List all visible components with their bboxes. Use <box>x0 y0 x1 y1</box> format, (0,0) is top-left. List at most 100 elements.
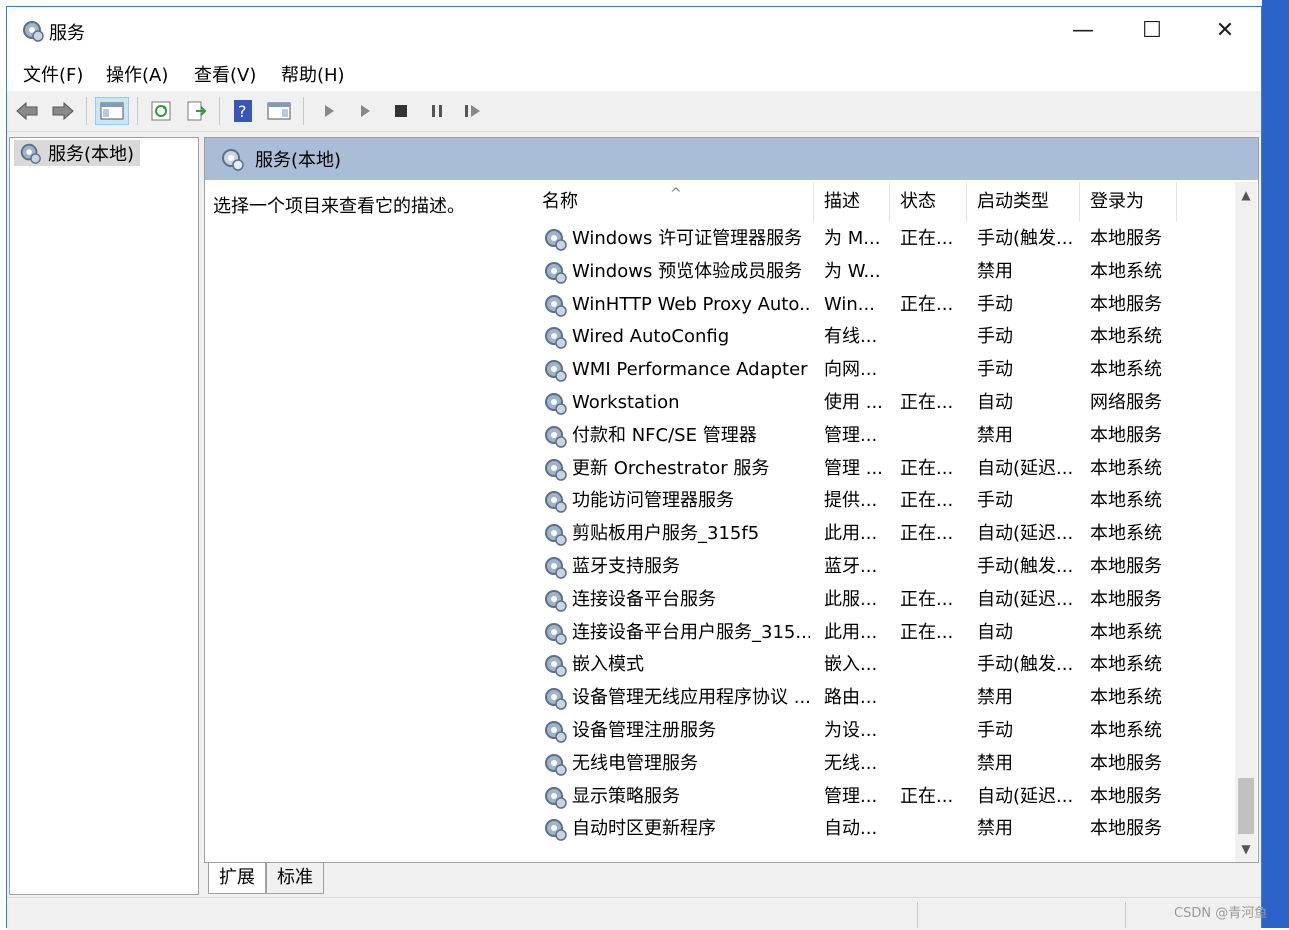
service-row[interactable]: 自动时区更新程序 自动... 禁用 本地服务 <box>532 812 1232 845</box>
service-gear-icon <box>542 292 568 318</box>
service-row[interactable]: Windows 预览体验成员服务为 W... 禁用 本地系统 <box>532 255 1232 288</box>
service-logon-as: 本地系统 <box>1090 720 1162 741</box>
service-row[interactable]: 功能访问管理器服务 提供... 正在... 手动 本地系统 <box>532 484 1232 517</box>
service-gear-icon <box>542 423 568 449</box>
service-row[interactable]: 嵌入模式 嵌入... 手动(触发... 本地系统 <box>532 648 1232 681</box>
service-description: 使用 ... <box>824 392 883 413</box>
service-gear-icon <box>542 324 568 350</box>
service-startup-type: 禁用 <box>977 752 1013 774</box>
back-icon[interactable] <box>13 97 41 125</box>
title-bar[interactable]: 服务 — ☐ ✕ <box>7 7 1261 55</box>
start-service-icon[interactable] <box>315 97 343 125</box>
service-row[interactable]: Windows 许可证管理器服务为 M... 正在... 手动(触发... 本地服务 <box>532 222 1232 255</box>
details-pane: 服务(本地) 选择一个项目来查看它的描述。 名称 ^ 描述 状态 启动类型 登录… <box>204 137 1259 863</box>
service-name: 连接设备平台用户服务_315... <box>572 621 810 643</box>
menu-action[interactable]: 操作(A) <box>106 61 168 87</box>
scrollbar-thumb[interactable] <box>1238 778 1254 834</box>
status-divider <box>917 902 918 928</box>
vertical-scrollbar[interactable]: ▲ ▼ <box>1235 182 1257 862</box>
start-service-alt-icon[interactable] <box>351 97 379 125</box>
pause-service-icon[interactable] <box>423 97 451 125</box>
services-list: 名称 ^ 描述 状态 启动类型 登录为 Windows 许可证管理器服务为 M.… <box>532 182 1232 862</box>
column-header-name[interactable]: 名称 ^ <box>532 182 814 222</box>
scroll-up-icon[interactable]: ▲ <box>1235 184 1257 206</box>
service-startup-type: 禁用 <box>977 260 1013 282</box>
service-row[interactable]: 设备管理无线应用程序协议 ... 路由... 禁用 本地系统 <box>532 681 1232 714</box>
service-name: 显示策略服务 <box>572 785 680 807</box>
service-startup-type: 自动(延迟... <box>977 785 1074 807</box>
service-status: 正在... <box>900 293 954 315</box>
service-status: 正在... <box>900 490 954 512</box>
refresh-icon[interactable] <box>147 97 175 125</box>
service-gear-icon <box>542 751 568 777</box>
service-logon-as: 本地服务 <box>1090 588 1162 610</box>
service-startup-type: 手动 <box>977 293 1013 315</box>
service-status <box>900 681 964 714</box>
service-row[interactable]: 显示策略服务 管理... 正在... 自动(延迟... 本地服务 <box>532 780 1232 813</box>
menu-help[interactable]: 帮助(H) <box>281 61 345 87</box>
service-row[interactable]: WMI Performance Adapter 向网... 手动 本地系统 <box>532 353 1232 386</box>
service-description: 此用... <box>824 621 878 643</box>
service-row[interactable]: 更新 Orchestrator 服务 管理 ... 正在... 自动(延迟... 本地系… <box>532 452 1232 485</box>
menu-file[interactable]: 文件(F) <box>23 61 83 87</box>
stop-service-icon[interactable] <box>387 97 415 125</box>
column-header-startup-type[interactable]: 启动类型 <box>967 182 1080 222</box>
minimize-button[interactable]: — <box>1060 13 1106 49</box>
show-action-pane-icon[interactable] <box>265 97 293 125</box>
service-row[interactable]: 连接设备平台服务 此服... 正在... 自动(延迟... 本地服务 <box>532 583 1232 616</box>
service-status <box>900 714 964 747</box>
service-row[interactable]: Wired AutoConfig 有线... 手动 本地系统 <box>532 320 1232 353</box>
column-header-description[interactable]: 描述 <box>814 182 890 222</box>
tab-extended[interactable]: 扩展 <box>208 863 266 894</box>
column-header-status[interactable]: 状态 <box>890 182 967 222</box>
restart-service-icon[interactable] <box>459 97 487 125</box>
service-description: 为设... <box>824 720 878 741</box>
service-name: 蓝牙支持服务 <box>572 556 680 577</box>
service-startup-type: 手动(触发... <box>977 556 1074 577</box>
show-console-tree-icon[interactable] <box>95 97 129 125</box>
service-row[interactable]: 付款和 NFC/SE 管理器 管理... 禁用 本地服务 <box>532 419 1232 452</box>
service-row[interactable]: 剪贴板用户服务_315f5 此用... 正在... 自动(延迟... 本地系统 <box>532 517 1232 550</box>
service-gear-icon <box>542 554 568 580</box>
service-gear-icon <box>542 259 568 285</box>
service-gear-icon <box>542 652 568 678</box>
menu-view[interactable]: 查看(V) <box>194 61 256 87</box>
maximize-button[interactable]: ☐ <box>1129 13 1175 49</box>
help-icon[interactable]: ? <box>229 97 257 125</box>
service-logon-as: 本地系统 <box>1090 457 1162 479</box>
service-startup-type: 自动 <box>977 621 1013 643</box>
service-description: 无线... <box>824 752 878 774</box>
service-gear-icon <box>542 390 568 416</box>
service-gear-icon <box>542 620 568 646</box>
service-row[interactable]: WinHTTP Web Proxy Auto... Win... 正在... 手动 本地… <box>532 288 1232 321</box>
close-button[interactable]: ✕ <box>1202 13 1248 49</box>
service-startup-type: 自动 <box>977 392 1013 413</box>
service-description: 蓝牙... <box>824 556 878 577</box>
service-row[interactable]: 无线电管理服务 无线... 禁用 本地服务 <box>532 747 1232 780</box>
tab-standard[interactable]: 标准 <box>266 863 324 894</box>
service-description: 为 W... <box>824 260 881 282</box>
service-startup-type: 禁用 <box>977 424 1013 446</box>
service-status <box>900 550 964 583</box>
tree-item-services-local[interactable]: 服务(本地) <box>14 140 141 166</box>
service-gear-icon <box>542 718 568 744</box>
service-row[interactable]: Workstation 使用 ... 正在... 自动 网络服务 <box>532 386 1232 419</box>
service-row[interactable]: 设备管理注册服务 为设... 手动 本地系统 <box>532 714 1232 747</box>
description-text: 选择一个项目来查看它的描述。 <box>213 196 465 217</box>
service-row[interactable]: 蓝牙支持服务 蓝牙... 手动(触发... 本地服务 <box>532 550 1232 583</box>
service-status: 正在... <box>900 588 954 610</box>
service-row[interactable]: 连接设备平台用户服务_315... 此用... 正在... 自动 本地系统 <box>532 616 1232 649</box>
service-description: 有线... <box>824 326 878 348</box>
scroll-down-icon[interactable]: ▼ <box>1235 838 1257 860</box>
service-name: 设备管理无线应用程序协议 ... <box>572 687 810 709</box>
service-name: 嵌入模式 <box>572 654 644 676</box>
service-status <box>900 419 964 452</box>
service-status <box>900 648 964 681</box>
service-startup-type: 手动 <box>977 359 1013 381</box>
pane-header: 服务(本地) <box>205 138 1258 180</box>
column-header-logon-as[interactable]: 登录为 <box>1080 182 1177 222</box>
service-logon-as: 本地服务 <box>1090 228 1162 249</box>
export-list-icon[interactable] <box>183 97 211 125</box>
service-status: 正在... <box>900 392 954 413</box>
forward-icon[interactable] <box>49 97 77 125</box>
